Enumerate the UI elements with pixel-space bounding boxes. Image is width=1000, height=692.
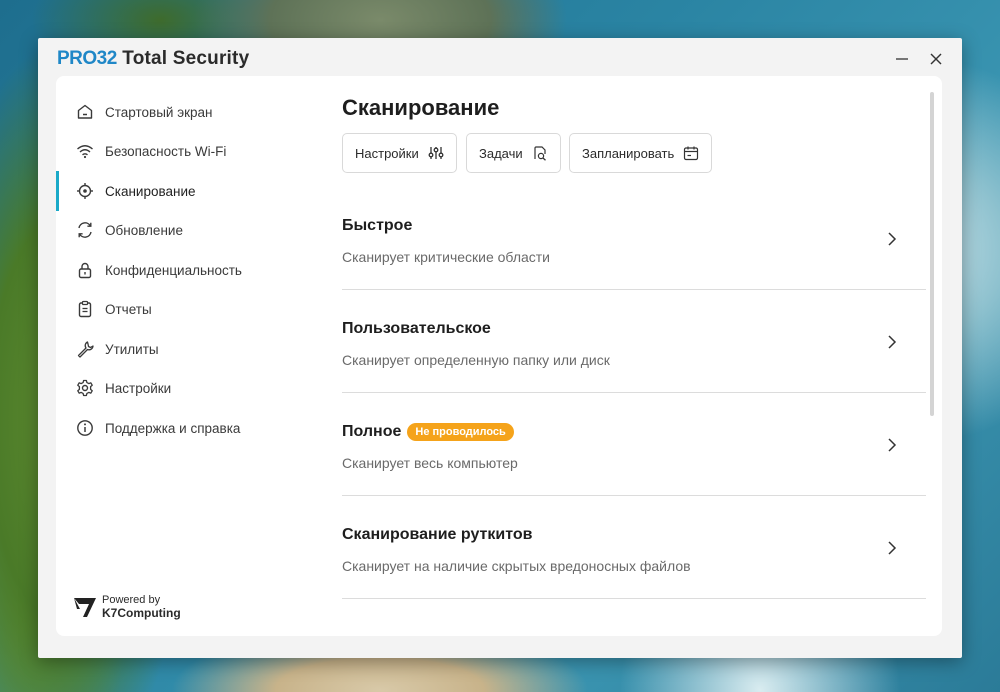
sidebar-item-label: Отчеты [105,301,152,317]
sidebar-item-privacy[interactable]: Конфиденциальность [56,252,306,288]
settings-button[interactable]: Настройки [342,133,457,173]
brand-logo-text: PRO32 [57,48,117,69]
sidebar-item-label: Сканирование [105,183,196,199]
rootkit-scan-item[interactable]: Сканирование руткитов Сканирует на налич… [342,496,926,599]
chevron-right-icon [888,541,897,555]
full-scan-item[interactable]: Полное Не проводилось Сканирует весь ком… [342,393,926,496]
quick-scan-item[interactable]: Быстрое Сканирует критические области [342,187,926,290]
info-icon [75,418,95,438]
title-bar: PRO32 Total Security [38,38,962,78]
tasks-button[interactable]: Задачи [466,133,561,173]
app-title: PRO32 Total Security [57,48,249,70]
lock-icon [75,260,95,280]
sidebar-item-label: Стартовый экран [105,104,213,120]
scan-description: Сканирует весь компьютер [342,455,518,471]
tasks-search-icon [534,146,546,161]
scan-description: Сканирует определенную папку или диск [342,352,610,368]
scan-name-row: Полное Не проводилось [342,423,514,441]
sidebar-item-label: Поддержка и справка [105,420,241,436]
content-panel: Стартовый экран Безопасность Wi-Fi Скани… [56,76,942,636]
minimize-icon [896,58,908,60]
home-icon [75,102,95,122]
clipboard-icon [75,299,95,319]
sidebar-item-reports[interactable]: Отчеты [56,291,306,327]
scan-name: Сканирование руткитов [342,526,533,543]
powered-by-label: Powered by [102,594,161,606]
scan-description: Сканирует на наличие скрытых вредоносных… [342,558,691,574]
tasks-button-label: Задачи [479,145,523,161]
wrench-icon [75,339,95,359]
wifi-icon [75,141,95,161]
active-indicator [56,171,59,211]
schedule-button[interactable]: Запланировать [569,133,713,173]
close-icon [930,53,942,65]
sidebar-item-scan[interactable]: Сканирование [56,171,306,211]
minimize-button[interactable] [890,48,914,70]
gear-icon [75,378,95,398]
chevron-right-icon [888,335,897,349]
main-content: Сканирование Настройки Задачи Запланиров… [342,76,928,636]
powered-by: Powered by K7Computing [73,594,181,620]
sidebar-item-wifi[interactable]: Безопасность Wi-Fi [56,133,306,169]
sidebar-item-support[interactable]: Поддержка и справка [56,410,306,446]
schedule-button-label: Запланировать [582,145,675,161]
powered-by-company: K7Computing [102,606,181,620]
settings-button-label: Настройки [355,145,419,161]
sidebar-item-update[interactable]: Обновление [56,212,306,248]
sidebar-item-label: Конфиденциальность [105,262,242,278]
scan-name: Быстрое [342,217,413,234]
refresh-icon [75,220,95,240]
chevron-right-icon [888,438,897,452]
app-window: PRO32 Total Security Стартовый экран Без… [38,38,962,658]
scan-name: Полное [342,423,402,440]
sidebar-item-label: Утилиты [105,341,159,357]
sliders-icon [428,147,444,159]
sidebar-item-settings[interactable]: Настройки [56,370,306,406]
sidebar: Стартовый экран Безопасность Wi-Fi Скани… [56,76,306,636]
sidebar-item-utilities[interactable]: Утилиты [56,331,306,367]
scrollbar-thumb[interactable] [930,92,934,416]
scan-name: Пользовательское [342,320,491,337]
chevron-right-icon [888,232,897,246]
calendar-icon [684,146,699,161]
scan-target-icon [75,181,95,201]
k7-logo-icon [74,598,96,617]
close-button[interactable] [924,48,948,70]
brand-name: Total Security [122,48,250,69]
sidebar-item-home[interactable]: Стартовый экран [56,94,306,130]
custom-scan-item[interactable]: Пользовательское Сканирует определенную … [342,290,926,393]
sidebar-item-label: Безопасность Wi-Fi [105,143,227,159]
status-badge: Не проводилось [407,423,514,441]
sidebar-item-label: Настройки [105,380,172,396]
page-title: Сканирование [342,95,500,120]
scan-description: Сканирует критические области [342,249,551,265]
sidebar-item-label: Обновление [105,222,183,238]
